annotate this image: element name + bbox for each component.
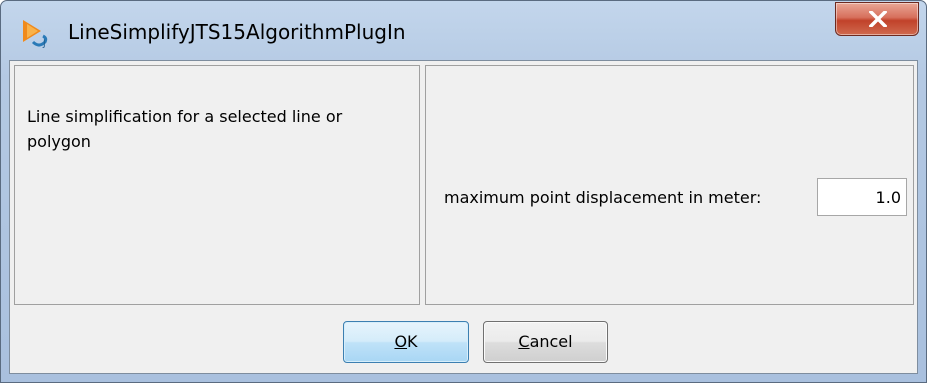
cancel-button[interactable]: Cancel: [483, 321, 608, 363]
parameters-panel: maximum point displacement in meter:: [425, 65, 914, 305]
cancel-label-rest: ancel: [529, 332, 573, 351]
svg-text:J: J: [42, 39, 46, 48]
ok-label-rest: K: [407, 332, 418, 351]
ok-button[interactable]: OK: [343, 321, 469, 363]
description-panel: Line simplification for a selected line …: [14, 65, 420, 305]
description-text: Line simplification for a selected line …: [27, 107, 343, 151]
max-displacement-label: maximum point displacement in meter:: [444, 188, 762, 207]
dialog-window: J LineSimplifyJTS15AlgorithmPlugIn Line …: [0, 0, 927, 383]
button-bar: OK Cancel: [10, 310, 917, 373]
jump-plugin-icon: J: [21, 18, 55, 49]
max-displacement-input[interactable]: [817, 178, 907, 216]
dialog-body: Line simplification for a selected line …: [9, 60, 918, 374]
ok-mnemonic: O: [394, 332, 408, 351]
title-bar[interactable]: J LineSimplifyJTS15AlgorithmPlugIn: [1, 1, 926, 61]
window-title: LineSimplifyJTS15AlgorithmPlugIn: [68, 20, 406, 44]
cancel-mnemonic: C: [518, 332, 530, 351]
close-icon: [869, 11, 887, 27]
close-button[interactable]: [835, 2, 919, 36]
